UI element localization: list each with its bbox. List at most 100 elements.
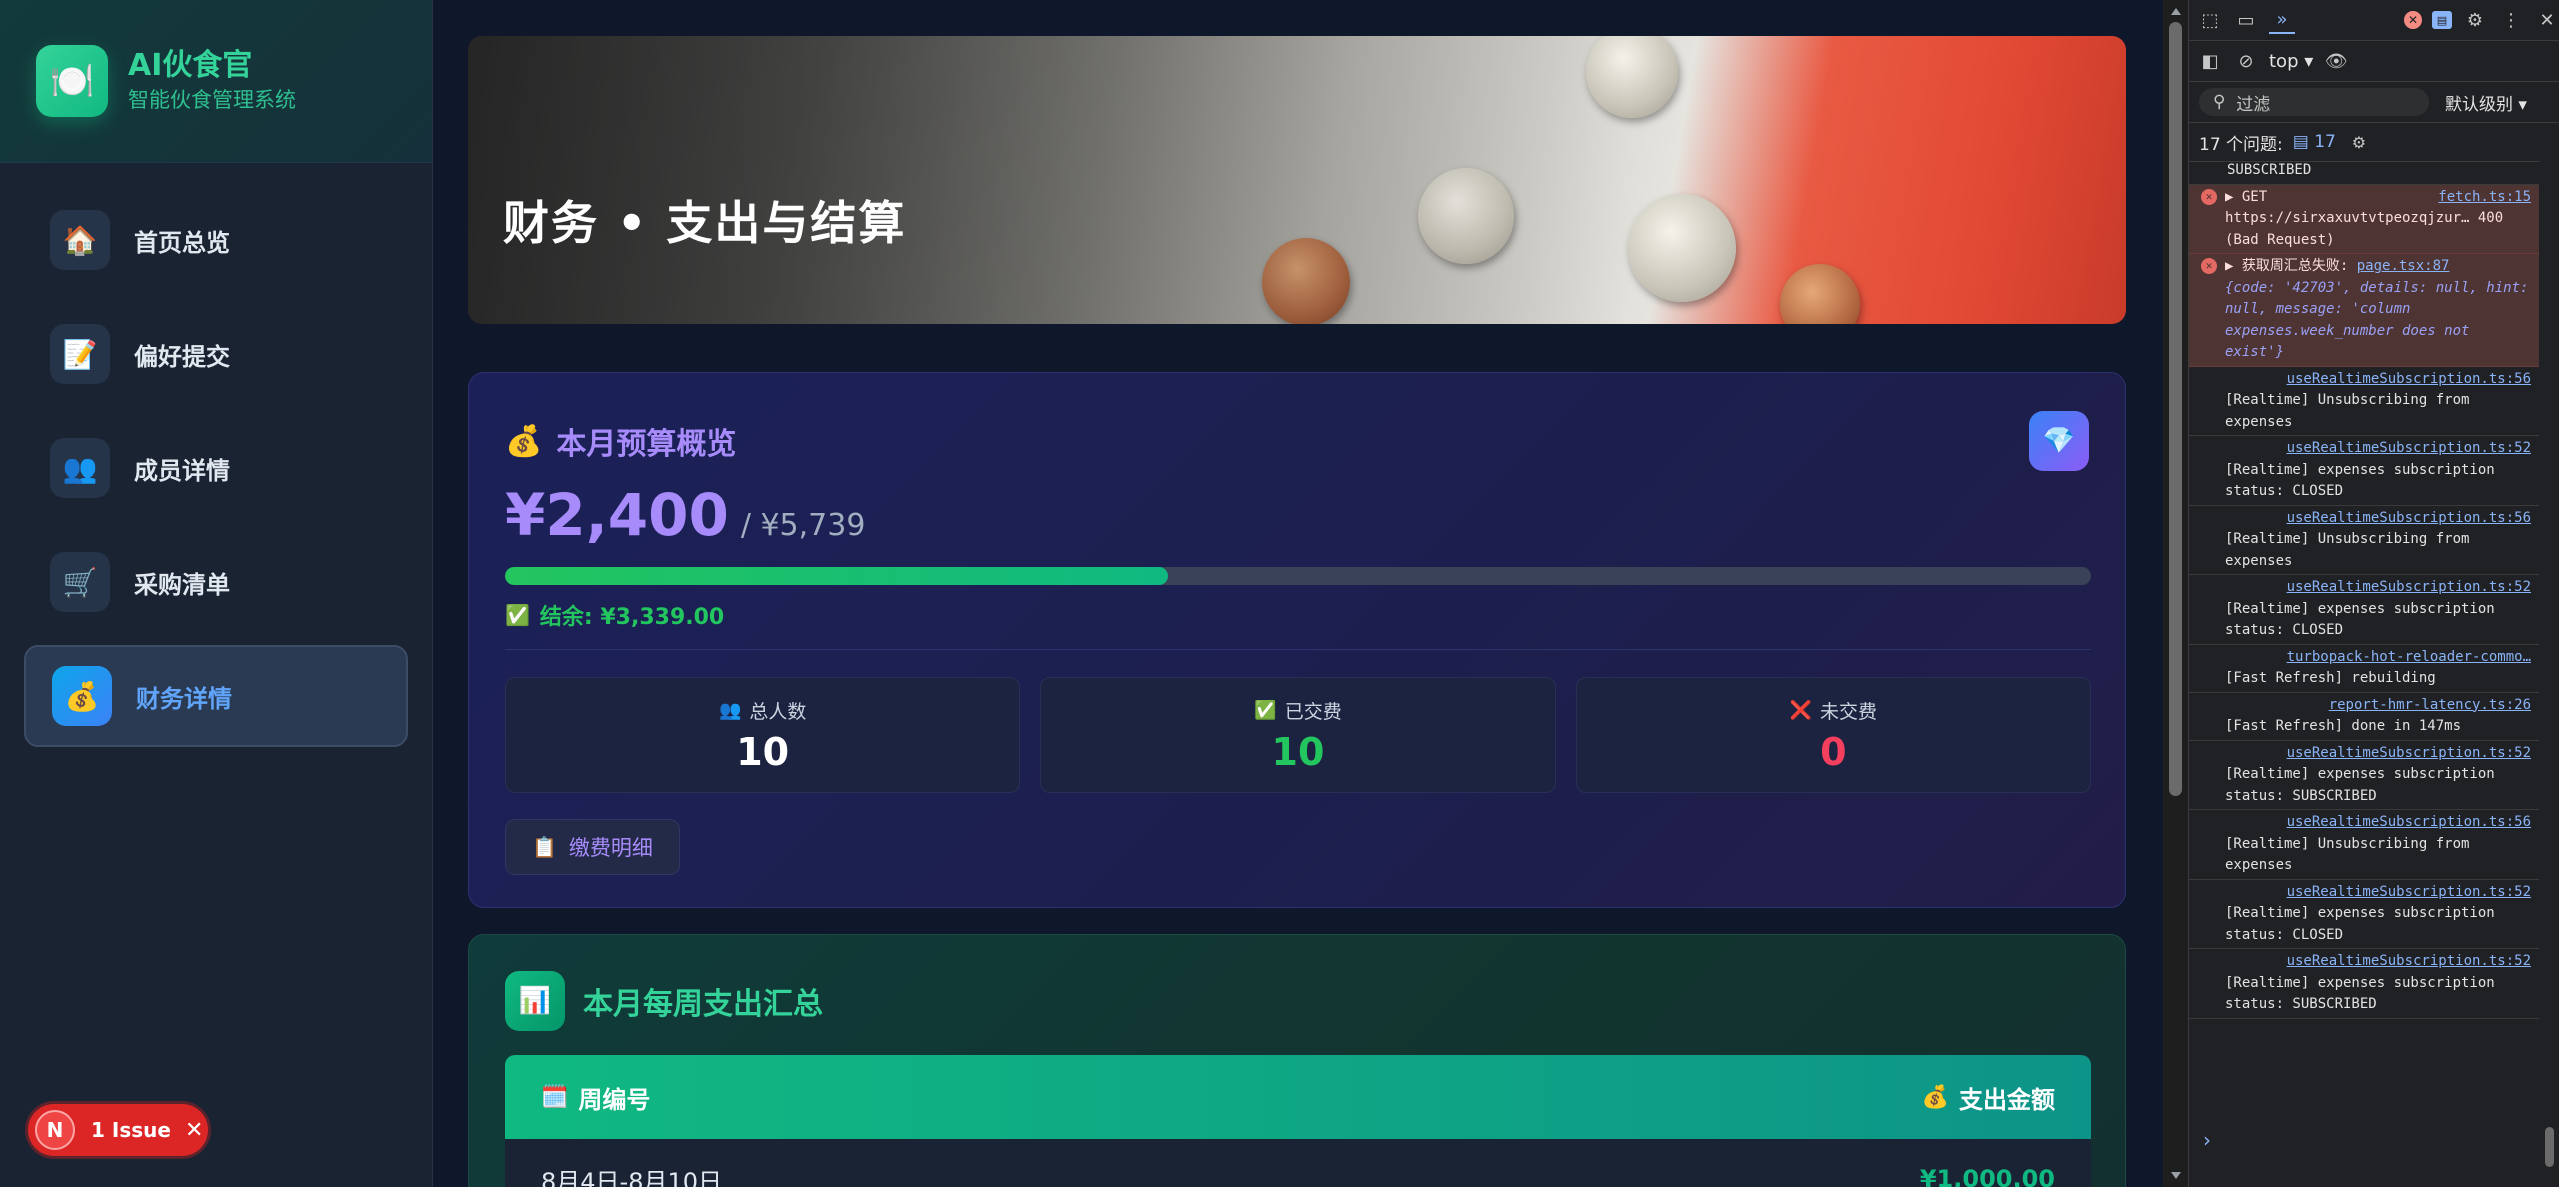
scrollbar-thumb[interactable] bbox=[2545, 1127, 2554, 1167]
payment-details-button[interactable]: 📋 缴费明细 bbox=[505, 819, 680, 875]
table-row[interactable]: 8月4日-8月10日 ¥1,000.00 bbox=[505, 1139, 2091, 1187]
weekly-title: 本月每周支出汇总 bbox=[583, 987, 823, 1022]
cart-icon: 🛒 bbox=[50, 552, 110, 612]
page-scrollbar[interactable] bbox=[2163, 0, 2188, 1187]
devtools-panel: ⬚ ▭ » ✕ ▤ ⚙ ⋮ ✕ ◧ ⊘ top ▾ 👁 ⚲ 过滤 默认级别 ▾ … bbox=[2188, 0, 2559, 1187]
issues-count: ▤ 17 bbox=[2292, 132, 2336, 152]
console-source-link[interactable]: report-hmr-latency.ts:26 bbox=[2225, 695, 2531, 717]
sidebar-item-label: 财务详情 bbox=[136, 684, 232, 713]
calendar-icon: 🗓️ bbox=[541, 1084, 569, 1110]
console-text: [Realtime] expenses subscription status:… bbox=[2225, 766, 2495, 804]
console-source-link[interactable]: useRealtimeSubscription.ts:56 bbox=[2225, 369, 2531, 391]
clipboard-icon: 📋 bbox=[532, 835, 557, 859]
sidebar-item-label: 成员详情 bbox=[134, 456, 230, 485]
budget-progress-bar bbox=[505, 567, 2091, 585]
scroll-down-arrow[interactable] bbox=[2171, 1172, 2181, 1179]
sidebar: 🍽️ AI伙食官 智能伙食管理系统 🏠 首页总览 📝 偏好提交 👥 成员详情 🛒… bbox=[0, 0, 433, 1187]
remaining-balance: ✅ 结余: ¥3,339.00 bbox=[505, 599, 724, 631]
stat-paid: ✅ 已交费 10 bbox=[1040, 677, 1556, 793]
sidebar-item-members[interactable]: 👥 成员详情 bbox=[24, 417, 408, 519]
main-content: 财务 • 支出与结算 💰 本月预算概览 💎 ¥2,400 / ¥5,739 ✅ … bbox=[433, 0, 2163, 1187]
brand-header[interactable]: 🍽️ AI伙食官 智能伙食管理系统 bbox=[0, 0, 432, 163]
budget-amount: ¥2,400 / ¥5,739 bbox=[505, 481, 865, 549]
console-source-link[interactable]: useRealtimeSubscription.ts:52 bbox=[2225, 438, 2531, 460]
sidebar-item-overview[interactable]: 🏠 首页总览 bbox=[24, 189, 408, 291]
console-message: useRealtimeSubscription.ts:52 [Realtime] … bbox=[2189, 741, 2539, 810]
kebab-menu-icon[interactable]: ⋮ bbox=[2498, 7, 2524, 33]
console-text: [Realtime] expenses subscription status:… bbox=[2225, 974, 2495, 1013]
log-level-select[interactable]: 默认级别 ▾ bbox=[2445, 90, 2527, 115]
sidebar-item-finance[interactable]: 💰 财务详情 bbox=[24, 645, 408, 747]
console-message: useRealtimeSubscription.ts:52 [Realtime] … bbox=[2189, 575, 2539, 645]
hero-banner: 财务 • 支出与结算 bbox=[468, 36, 2126, 324]
app-title: AI伙食官 bbox=[128, 48, 253, 83]
money-bag-icon: 💰 bbox=[1921, 1084, 1949, 1110]
nextjs-logo-icon: N bbox=[35, 1110, 75, 1150]
inspect-element-icon[interactable]: ⬚ bbox=[2197, 7, 2223, 33]
issues-label: 17 个问题: bbox=[2199, 134, 2283, 155]
console-source-link[interactable]: useRealtimeSubscription.ts:56 bbox=[2225, 508, 2531, 530]
console-source-link[interactable]: useRealtimeSubscription.ts:52 bbox=[2225, 743, 2531, 765]
sidebar-item-label: 首页总览 bbox=[134, 228, 230, 257]
console-prefix: ▶ 获取周汇总失败: bbox=[2225, 258, 2349, 274]
console-source-link[interactable]: turbopack-hot-reloader-commo… bbox=[2225, 647, 2531, 669]
filter-row: ⚲ 过滤 默认级别 ▾ bbox=[2189, 82, 2559, 123]
scroll-up-arrow[interactable] bbox=[2171, 8, 2181, 15]
memo-icon: 📝 bbox=[50, 324, 110, 384]
issues-count-value: 17 bbox=[2314, 132, 2336, 152]
sidebar-item-shopping[interactable]: 🛒 采购清单 bbox=[24, 531, 408, 633]
stat-unpaid: ❌ 未交费 0 bbox=[1575, 677, 2091, 793]
context-selector[interactable]: top ▾ bbox=[2269, 51, 2313, 72]
check-icon: ✅ bbox=[505, 603, 530, 627]
weekly-expense-table: 🗓️ 周编号 💰 支出金额 8月4日-8月10日 ¥1,000.00 bbox=[505, 1055, 2091, 1187]
budget-title: 本月预算概览 bbox=[556, 427, 737, 462]
console-error[interactable]: ▶ GET fetch.ts:15 https://sirxaxuvtvtpeo… bbox=[2189, 184, 2539, 254]
sidebar-toggle-icon[interactable]: ◧ bbox=[2197, 48, 2223, 74]
console-error[interactable]: ▶ 获取周汇总失败: page.tsx:87 {code: '42703', d… bbox=[2189, 254, 2539, 367]
console-prompt[interactable]: › bbox=[2203, 1128, 2211, 1152]
console-text: [Realtime] Unsubscribing from expenses bbox=[2225, 835, 2470, 874]
console-text: SUBSCRIBED bbox=[2227, 162, 2312, 178]
console-source-link[interactable]: useRealtimeSubscription.ts:56 bbox=[2225, 812, 2531, 834]
console-message: turbopack-hot-reloader-commo… [Fast Refre… bbox=[2189, 645, 2539, 693]
console-message: SUBSCRIBED bbox=[2189, 158, 2539, 185]
issues-badge[interactable]: N 1 Issue ✕ bbox=[28, 1104, 208, 1156]
console-source-link[interactable]: useRealtimeSubscription.ts:52 bbox=[2225, 882, 2531, 904]
issues-label: 1 Issue bbox=[91, 1118, 171, 1142]
device-toggle-icon[interactable]: ▭ bbox=[2233, 7, 2259, 33]
console-toolbar: ◧ ⊘ top ▾ 👁 bbox=[2189, 41, 2559, 82]
console-source-link[interactable]: page.tsx:87 bbox=[2357, 258, 2450, 274]
console-text: [Realtime] expenses subscription status:… bbox=[2225, 905, 2495, 943]
console-text: [Realtime] Unsubscribing from expenses bbox=[2225, 392, 2470, 430]
error-count-icon[interactable]: ✕ bbox=[2404, 11, 2422, 29]
console-source-link[interactable]: fetch.ts:15 bbox=[2438, 187, 2531, 209]
gear-icon[interactable]: ⚙ bbox=[2346, 129, 2372, 155]
filter-input[interactable]: ⚲ 过滤 bbox=[2199, 88, 2429, 116]
console-scrollbar[interactable] bbox=[2540, 158, 2559, 1187]
close-icon[interactable]: ✕ bbox=[2534, 7, 2559, 33]
scrollbar-thumb[interactable] bbox=[2169, 22, 2182, 796]
close-icon[interactable]: ✕ bbox=[185, 1118, 203, 1143]
gem-icon[interactable]: 💎 bbox=[2029, 411, 2089, 471]
clear-console-icon[interactable]: ⊘ bbox=[2233, 48, 2259, 74]
more-tabs-icon[interactable]: » bbox=[2269, 6, 2295, 34]
cross-icon: ❌ bbox=[1789, 699, 1813, 721]
console-prefix: ▶ GET bbox=[2225, 188, 2268, 205]
sidebar-item-preferences[interactable]: 📝 偏好提交 bbox=[24, 303, 408, 405]
issues-row[interactable]: 17 个问题: ▤ 17 ⚙ bbox=[2189, 123, 2559, 162]
gear-icon[interactable]: ⚙ bbox=[2462, 7, 2488, 33]
message-count-icon[interactable]: ▤ bbox=[2432, 11, 2452, 29]
column-header-amount: 支出金额 bbox=[1959, 1085, 2055, 1114]
budget-overview-card: 💰 本月预算概览 💎 ¥2,400 / ¥5,739 ✅ 结余: ¥3,339.… bbox=[468, 372, 2126, 908]
eye-icon[interactable]: 👁 bbox=[2323, 48, 2349, 74]
console-message: useRealtimeSubscription.ts:52 [Realtime] … bbox=[2189, 949, 2539, 1019]
console-source-link[interactable]: useRealtimeSubscription.ts:52 bbox=[2225, 577, 2531, 599]
money-bag-icon: 💰 bbox=[505, 423, 543, 459]
page-title: 财务 • 支出与结算 bbox=[503, 195, 907, 250]
people-icon: 👥 bbox=[718, 699, 742, 721]
console-source-link[interactable]: useRealtimeSubscription.ts:52 bbox=[2225, 951, 2531, 973]
sidebar-item-label: 采购清单 bbox=[134, 570, 230, 599]
column-header-week: 周编号 bbox=[578, 1085, 651, 1114]
console-message: useRealtimeSubscription.ts:56 [Realtime] … bbox=[2189, 810, 2539, 880]
bar-chart-icon: 📊 bbox=[505, 971, 565, 1031]
